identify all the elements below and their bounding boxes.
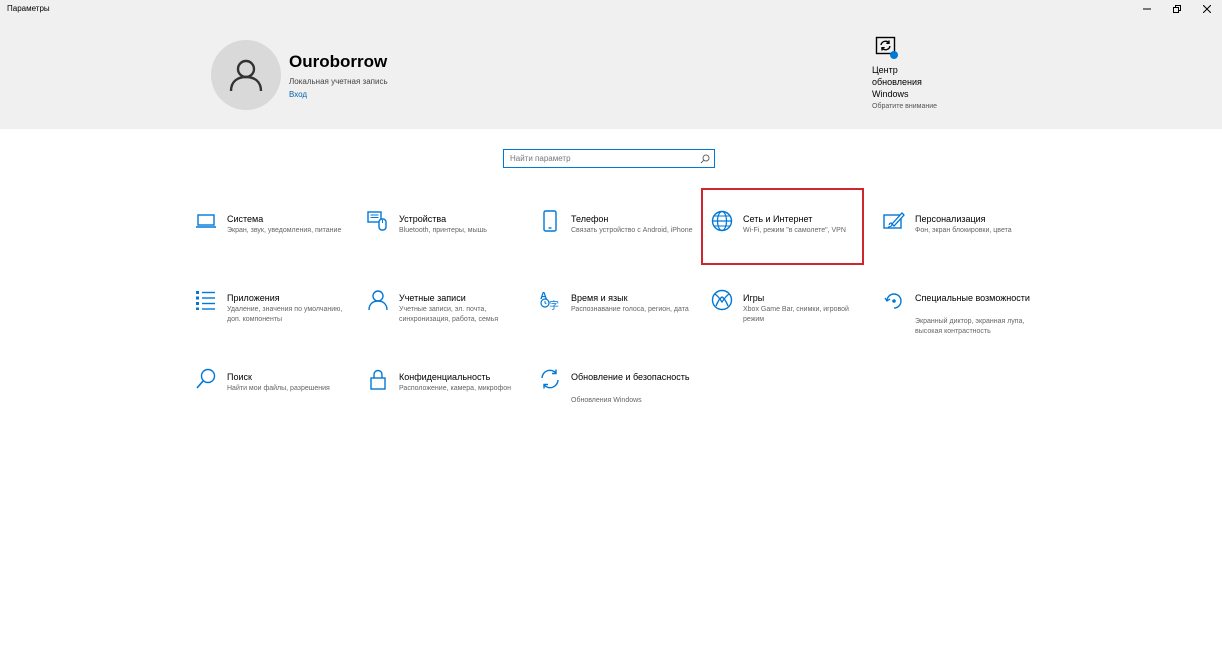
phone-icon	[539, 210, 561, 232]
category-network[interactable]: Сеть и Интернет Wi-Fi, режим "в самолете…	[711, 210, 871, 270]
close-button[interactable]	[1192, 0, 1222, 18]
person-avatar-icon	[229, 59, 263, 92]
category-accessibility[interactable]: Специальные возможности Экранный диктор,…	[883, 289, 1043, 349]
lock-icon	[367, 368, 389, 390]
time-language-icon: A字	[539, 289, 561, 312]
window-controls	[1132, 0, 1222, 18]
minimize-button[interactable]	[1132, 0, 1162, 18]
category-apps[interactable]: Приложения Удаление, значения по умолчан…	[195, 289, 355, 349]
update-subtitle: Обратите внимание	[872, 103, 938, 110]
restore-button[interactable]	[1162, 0, 1192, 18]
close-icon	[1203, 5, 1211, 13]
category-search[interactable]: Поиск Найти мои файлы, разрешения	[195, 368, 355, 428]
category-system[interactable]: Система Экран, звук, уведомления, питани…	[195, 210, 355, 270]
category-description: Экранный диктор, экранная лупа, высокая …	[915, 318, 1025, 335]
minimize-icon	[1143, 8, 1151, 10]
apps-icon	[195, 289, 217, 311]
category-personalization[interactable]: Персонализация Фон, экран блокировки, цв…	[883, 210, 1043, 270]
category-update-security[interactable]: Обновление и безопасность Обновления Win…	[539, 368, 699, 428]
globe-icon	[711, 210, 733, 232]
category-name: Приложения	[227, 293, 280, 303]
category-name: Система	[227, 214, 264, 224]
category-privacy[interactable]: Конфиденциальность Расположение, камера,…	[367, 368, 527, 428]
category-description: Удаление, значения по умолчанию, доп. ко…	[227, 306, 343, 323]
windows-update-icon	[875, 36, 898, 59]
category-name: Игры	[743, 293, 765, 303]
category-phone[interactable]: Телефон Связать устройство с Android, iP…	[539, 210, 699, 270]
category-description: Фон, экран блокировки, цвета	[915, 227, 1012, 234]
update-title: Центр обновления Windows	[872, 65, 922, 99]
search-icon[interactable]	[700, 154, 710, 164]
category-name: Телефон	[571, 214, 609, 224]
search-input[interactable]	[504, 151, 700, 166]
category-description: Xbox Game Bar, снимки, игровой режим	[743, 306, 849, 323]
category-name: Устройства	[399, 214, 447, 224]
category-description: Найти мои файлы, разрешения	[227, 385, 330, 392]
category-devices[interactable]: Устройства Bluetooth, принтеры, мышь	[367, 210, 527, 270]
windows-update-shortcut[interactable]: Центр обновления Windows Обратите вниман…	[872, 36, 962, 110]
sync-icon	[539, 368, 561, 390]
avatar[interactable]	[211, 40, 281, 110]
category-name: Специальные возможности	[915, 293, 1030, 303]
category-description: Bluetooth, принтеры, мышь	[399, 227, 487, 234]
person-icon	[367, 289, 389, 311]
category-description: Экран, звук, уведомления, питание	[227, 227, 342, 234]
category-name: Обновление и безопасность	[571, 372, 690, 382]
user-name: Ouroborrow	[289, 52, 388, 71]
xbox-icon	[711, 289, 733, 311]
category-description: Учетные записи, эл. почта, синхронизация…	[399, 306, 499, 323]
category-name: Сеть и Интернет	[743, 214, 813, 224]
accessibility-icon	[883, 289, 905, 311]
category-name: Персонализация	[915, 214, 986, 224]
window-title: Параметры	[7, 4, 50, 13]
category-name: Поиск	[227, 372, 252, 382]
account-header	[0, 18, 1222, 129]
login-link[interactable]: Вход	[289, 90, 307, 99]
category-description: Расположение, камера, микрофон	[399, 385, 512, 392]
category-time-language[interactable]: A字 Время и язык Распознавание голоса, ре…	[539, 289, 699, 349]
devices-icon	[367, 210, 389, 232]
search-box[interactable]	[503, 149, 715, 168]
personalization-icon	[883, 210, 905, 232]
account-type: Локальная учетная запись	[289, 77, 388, 86]
category-description: Связать устройство с Android, iPhone	[571, 227, 693, 234]
category-name: Конфиденциальность	[399, 372, 491, 382]
category-description: Обновления Windows	[571, 397, 642, 404]
laptop-icon	[195, 210, 217, 232]
category-name: Время и язык	[571, 293, 628, 303]
category-name: Учетные записи	[399, 293, 466, 303]
restore-icon	[1173, 5, 1181, 13]
svg-text:字: 字	[549, 299, 559, 311]
category-gaming[interactable]: Игры Xbox Game Bar, снимки, игровой режи…	[711, 289, 871, 349]
title-bar: Параметры	[0, 0, 1222, 18]
category-description: Распознавание голоса, регион, дата	[571, 306, 689, 313]
category-accounts[interactable]: Учетные записи Учетные записи, эл. почта…	[367, 289, 527, 349]
category-description: Wi-Fi, режим "в самолете", VPN	[743, 227, 846, 234]
search-category-icon	[195, 368, 217, 390]
svg-text:A: A	[540, 291, 547, 302]
